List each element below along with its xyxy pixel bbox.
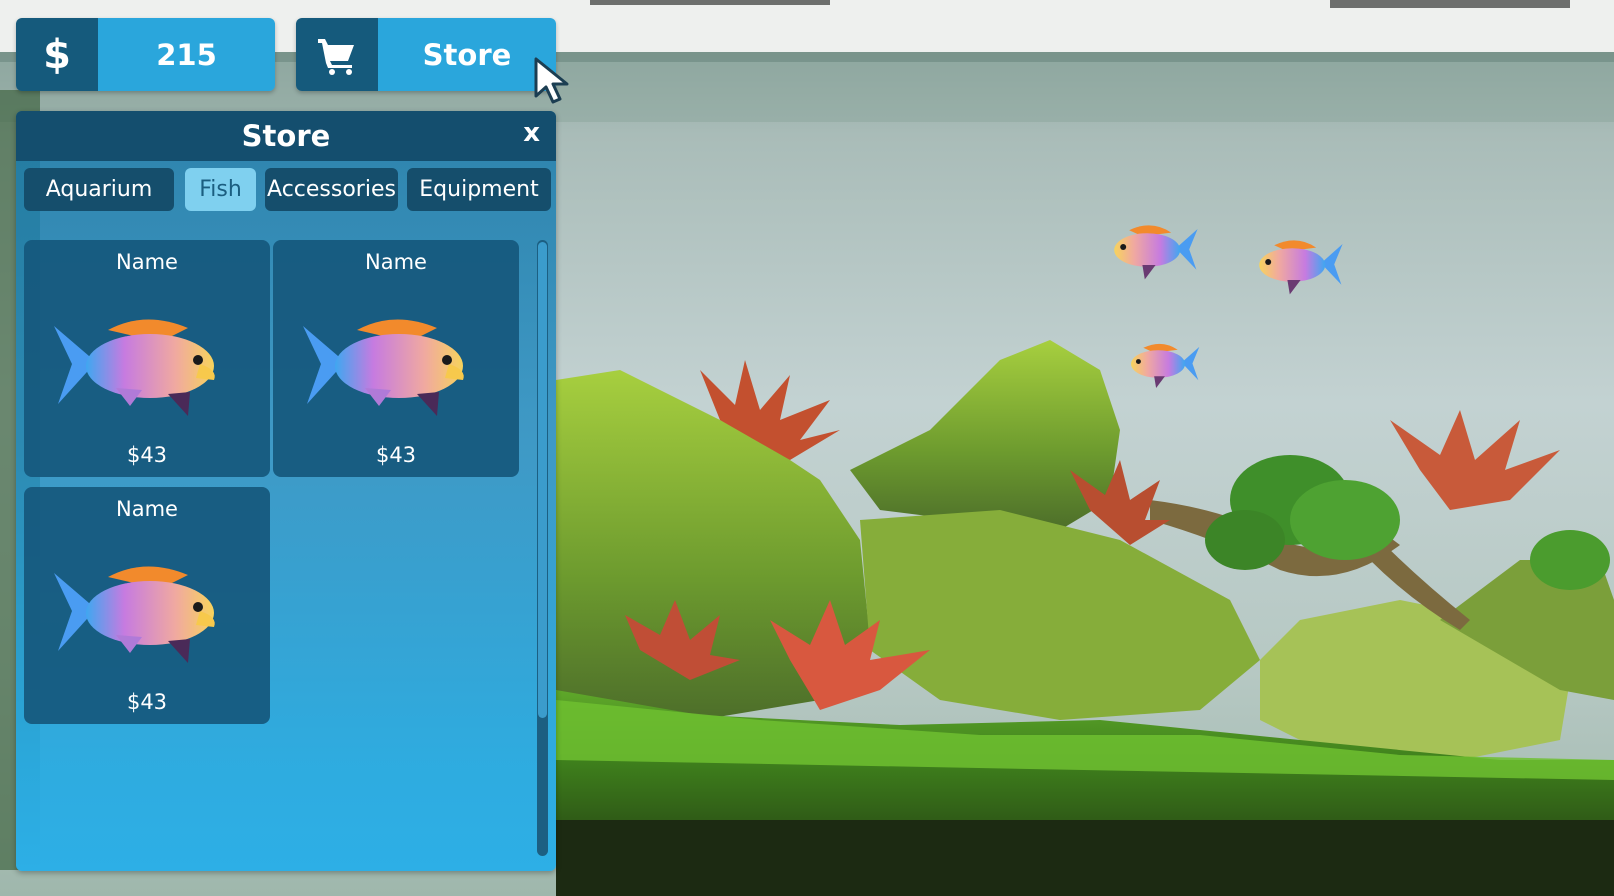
item-name: Name xyxy=(365,250,427,274)
fish-icon xyxy=(303,319,464,416)
tank-fish-icon xyxy=(1114,225,1198,280)
dollar-icon: $ xyxy=(16,18,98,91)
dollar-symbol: $ xyxy=(43,31,71,78)
tank-fish-icon xyxy=(1259,240,1343,295)
item-name: Name xyxy=(116,250,178,274)
store-panel-title: Store xyxy=(241,119,331,153)
tab-equipment[interactable]: Equipment xyxy=(407,168,551,211)
scrollbar[interactable] xyxy=(537,240,548,856)
close-button[interactable]: x xyxy=(523,118,540,148)
store-panel-header: Store x xyxy=(16,111,556,161)
store-item-card[interactable]: Name $43 xyxy=(24,240,270,477)
scrollbar-thumb[interactable] xyxy=(538,242,547,718)
money-value: 215 xyxy=(98,18,275,91)
fish-icon xyxy=(54,319,215,416)
item-price: $43 xyxy=(126,443,168,467)
store-item-card[interactable]: Name $43 xyxy=(273,240,519,477)
store-item-card[interactable]: Name $43 xyxy=(24,487,270,724)
item-name: Name xyxy=(116,497,178,521)
item-price: $43 xyxy=(375,443,417,467)
cart-icon-glyph xyxy=(318,38,354,75)
tab-aquarium[interactable]: Aquarium xyxy=(24,168,174,211)
money-counter: $ 215 xyxy=(16,18,275,91)
store-button-label: Store xyxy=(378,18,556,91)
fish-icon xyxy=(54,566,215,663)
tank-fish-icon xyxy=(1131,343,1200,389)
item-price: $43 xyxy=(126,690,168,714)
tab-accessories[interactable]: Accessories xyxy=(265,168,398,211)
aquarium-scene: $ 215 Store Store x Aquarium Fish Access… xyxy=(0,0,1614,896)
cart-icon xyxy=(296,18,378,91)
store-button[interactable]: Store xyxy=(296,18,556,91)
tab-fish[interactable]: Fish xyxy=(185,168,256,211)
mouse-cursor-icon xyxy=(534,57,569,104)
store-panel: Store x Aquarium Fish Accessories Equipm… xyxy=(16,111,556,871)
